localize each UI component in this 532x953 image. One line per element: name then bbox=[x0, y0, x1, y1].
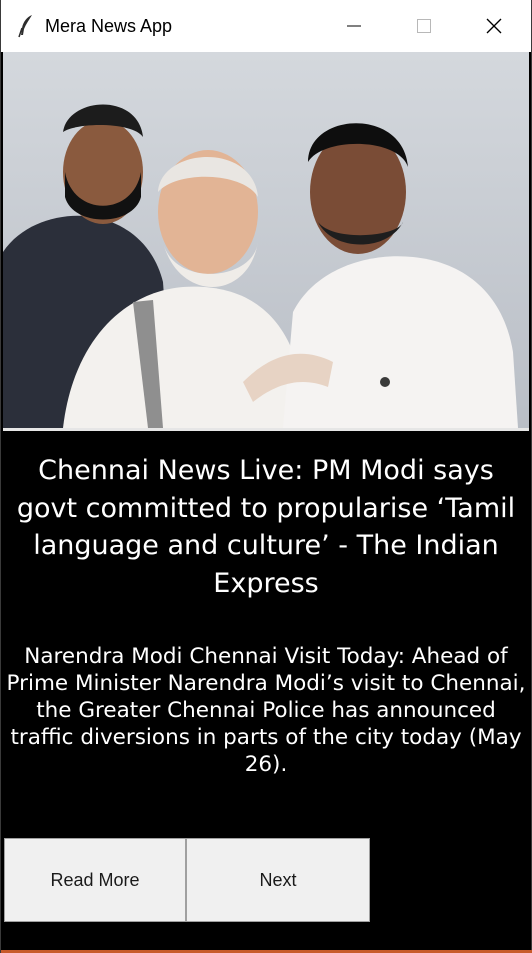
image-divider bbox=[3, 428, 529, 431]
maximize-icon bbox=[417, 19, 431, 33]
minimize-button[interactable] bbox=[319, 0, 389, 52]
window-title: Mera News App bbox=[45, 16, 173, 36]
minimize-icon bbox=[347, 25, 361, 27]
close-icon bbox=[486, 18, 502, 34]
next-button[interactable]: Next bbox=[186, 838, 370, 922]
title-bar[interactable]: Mera News App bbox=[1, 0, 531, 52]
feather-icon bbox=[18, 15, 32, 38]
news-description: Narendra Modi Chennai Visit Today: Ahead… bbox=[6, 644, 526, 777]
news-headline: Chennai News Live: PM Modi says govt com… bbox=[16, 455, 516, 599]
read-more-button[interactable]: Read More bbox=[4, 838, 186, 922]
maximize-button[interactable] bbox=[389, 0, 459, 52]
news-photo-illustration bbox=[3, 52, 529, 428]
app-window: Mera News App Chennai News Live: PM Modi… bbox=[0, 0, 532, 953]
news-photo bbox=[3, 52, 529, 428]
close-button[interactable] bbox=[459, 0, 529, 52]
